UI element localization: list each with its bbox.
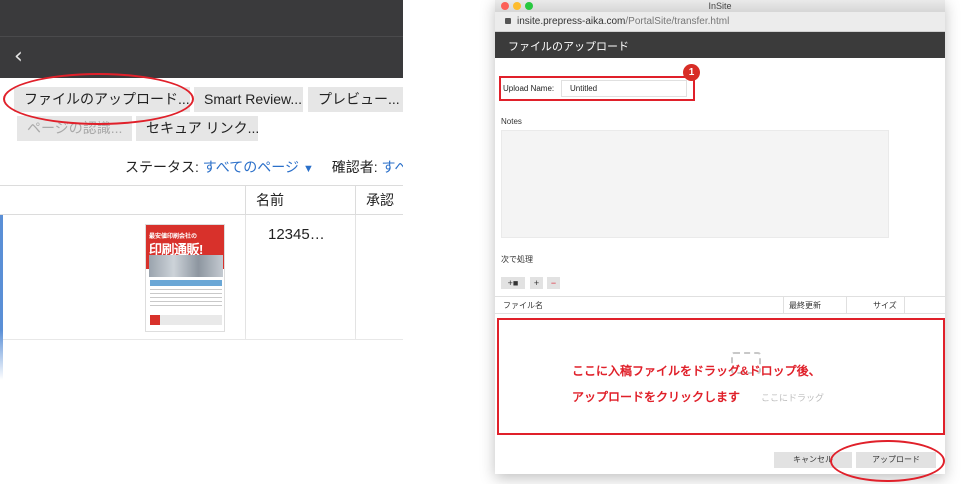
reviewer-filter-dropdown[interactable]: すべて <box>382 159 403 175</box>
column-header-modified[interactable]: 最終更新 <box>785 297 845 314</box>
flyer-band <box>150 280 222 286</box>
flyer-photo <box>149 255 223 277</box>
add-icon[interactable]: + <box>530 277 543 289</box>
status-filter-bar: ステータス: すべてのページ ▼ 確認者: すべて <box>125 157 403 177</box>
top-bar <box>0 0 403 36</box>
smart-review-button[interactable]: Smart Review... <box>194 87 303 112</box>
url-text[interactable]: insite.prepress-aika.com/PortalSite/tran… <box>517 16 729 27</box>
dialog-title: ファイルのアップロード <box>508 41 629 53</box>
instruction-text: ここに入稿ファイルをドラッグ&ドロップ後、 <box>572 364 821 378</box>
row-name: 12345… <box>268 226 325 243</box>
file-drop-zone[interactable]: ここにドラッグ ここに入稿ファイルをドラッグ&ドロップ後、 アップロードをクリッ… <box>497 318 945 435</box>
column-header-approval[interactable]: 承認 <box>355 186 403 215</box>
column-divider <box>846 297 847 314</box>
annotation-ellipse <box>3 73 194 125</box>
drop-hint: ここにドラッグ <box>761 393 825 403</box>
fade-overlay <box>0 330 403 380</box>
flyer-logo <box>150 315 160 325</box>
next-process-label: 次で処理 <box>501 255 533 264</box>
column-divider <box>904 297 905 314</box>
instruction-text: アップロードをクリックします <box>572 390 741 404</box>
window-title: InSite <box>708 1 732 11</box>
column-header-filename[interactable]: ファイル名 <box>499 297 785 314</box>
column-header-size[interactable]: サイズ <box>869 297 909 314</box>
column-header-name[interactable]: 名前 <box>245 186 355 215</box>
window-titlebar: InSite <box>495 0 945 12</box>
upload-name-label: Upload Name: <box>503 84 555 93</box>
left-app-panel: ‹ ファイルのアップロード... Smart Review... プレビュー..… <box>0 0 403 380</box>
add-folder-button[interactable]: +■ <box>501 277 525 289</box>
document-thumbnail[interactable]: 最安値印刷会社の 印刷通販! <box>145 224 225 332</box>
column-divider <box>355 215 356 340</box>
preview-button[interactable]: プレビュー... <box>308 87 403 112</box>
status-filter-dropdown[interactable]: すべてのページ <box>203 159 299 175</box>
column-divider <box>783 297 784 314</box>
remove-icon[interactable]: − <box>547 277 560 289</box>
caret-down-icon[interactable]: ▼ <box>303 163 314 175</box>
reviewer-label: 確認者: <box>331 159 378 175</box>
nav-bar <box>0 36 403 78</box>
flyer-text-lines <box>150 289 222 309</box>
dialog-header: ファイルのアップロード <box>495 32 945 58</box>
upload-name-row: Upload Name: Untitled <box>499 76 695 101</box>
row-selection-indicator <box>0 215 3 340</box>
file-table-header: ファイル名 最終更新 サイズ <box>495 296 945 314</box>
table-header: 名前 承認 <box>0 185 403 215</box>
annotation-ellipse <box>830 440 945 482</box>
column-divider <box>245 215 246 340</box>
lock-icon <box>505 18 511 24</box>
notes-textarea[interactable] <box>501 130 889 238</box>
status-label: ステータス: <box>125 159 199 175</box>
upload-name-input[interactable]: Untitled <box>561 80 687 97</box>
insite-browser-window: InSite insite.prepress-aika.com/PortalSi… <box>495 0 945 474</box>
address-bar[interactable]: insite.prepress-aika.com/PortalSite/tran… <box>495 12 945 32</box>
flyer-footer <box>150 315 222 325</box>
notes-label: Notes <box>501 117 522 126</box>
chevron-left-icon[interactable]: ‹ <box>14 44 23 69</box>
url-domain: insite.prepress-aika.com <box>517 16 626 27</box>
step-number-badge: 1 <box>683 64 700 81</box>
url-path: /PortalSite/transfer.html <box>625 16 730 27</box>
